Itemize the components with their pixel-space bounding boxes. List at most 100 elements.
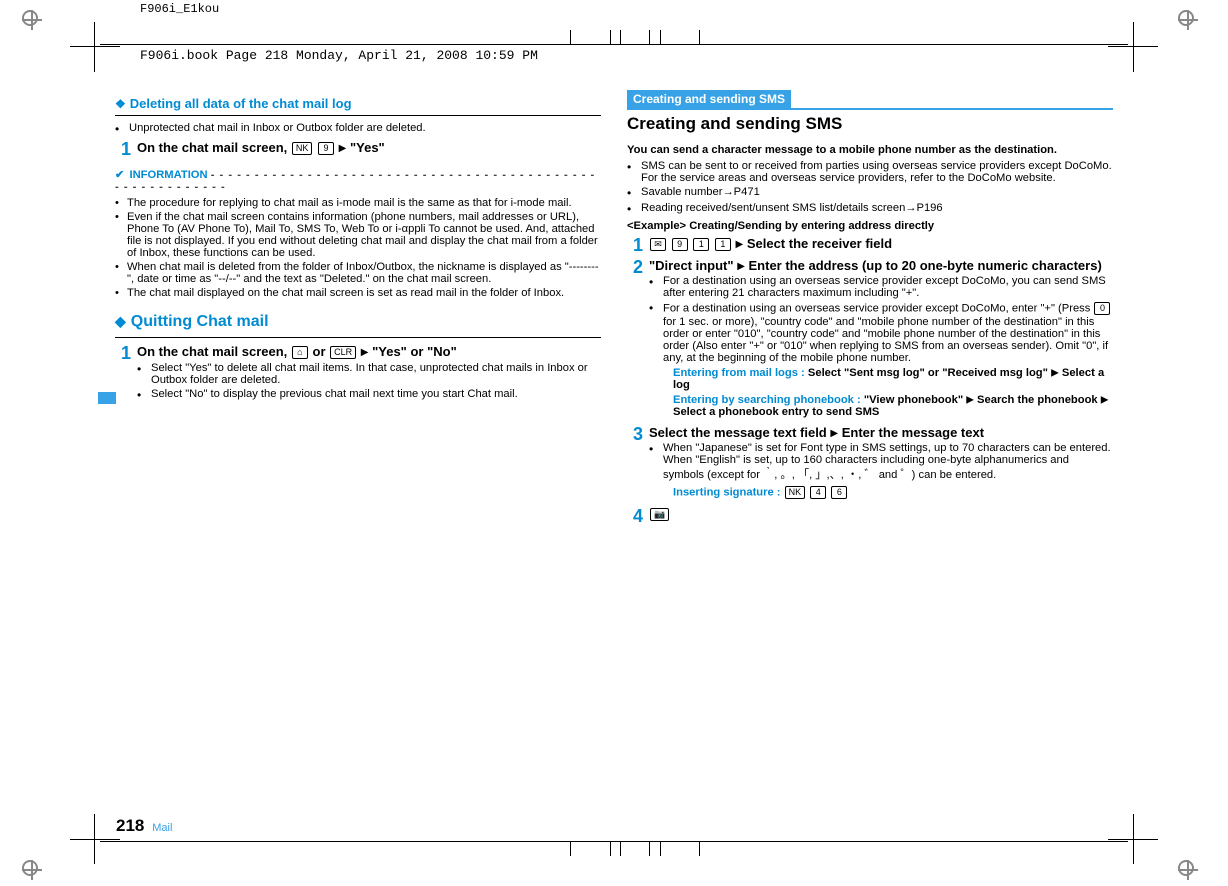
section-title: Creating and sending SMS (627, 114, 1113, 134)
triangle-icon: ▶ (1051, 368, 1059, 379)
key-9: 9 (318, 142, 334, 155)
key-6: 6 (831, 486, 847, 499)
text: When "Japanese" is set for Font type in … (663, 442, 1113, 482)
text: or (313, 344, 330, 359)
sub-label: Inserting signature : (673, 486, 784, 498)
key-camera: 📷 (650, 508, 669, 521)
key-home: ⌂ (292, 346, 308, 359)
page-number: 218 Mail (116, 816, 172, 836)
section-label: Creating and sending SMS (627, 90, 791, 108)
key-clr: CLR (330, 346, 356, 359)
step-number: 3 (633, 425, 649, 443)
text: Reading received/sent/unsent SMS list/de… (641, 202, 943, 216)
information-heading: INFORMATION - - - - - - - - - - - - - - … (115, 168, 601, 193)
entering-by-phonebook: Entering by searching phonebook : "View … (673, 394, 1113, 418)
heading-quitting: Quitting Chat mail (115, 313, 601, 331)
entering-from-logs: Entering from mail logs : Select "Sent m… (673, 367, 1113, 391)
sub-label: Entering from mail logs : (673, 367, 808, 379)
text: Select the receiver field (747, 236, 892, 251)
triangle-icon: ▶ (737, 261, 745, 272)
crop-mark-tl (70, 22, 120, 72)
section-name: Mail (152, 822, 172, 834)
information-list: The procedure for replying to chat mail … (115, 197, 601, 299)
triangle-icon: ▶ (339, 143, 347, 154)
key-4: 4 (810, 486, 826, 499)
tick-bot-right (620, 842, 700, 856)
text: for 1 sec. or more), "country code" and … (663, 316, 1108, 364)
crop-mark-br (1108, 814, 1158, 864)
text: INFORMATION (129, 169, 207, 181)
section-label-wrap: Creating and sending SMS (627, 90, 1113, 110)
text: Select "Yes" to delete all chat mail ite… (151, 362, 601, 386)
text: "View phonebook" (864, 394, 963, 406)
step-1-sms: 1 ✉ 9 1 1 ▶ Select the receiver field (633, 236, 1113, 254)
sub-label: Entering by searching phonebook : (673, 394, 864, 406)
text: You can send a character message to a mo… (627, 144, 1113, 156)
key-1: 1 (715, 238, 731, 251)
text: Select "Sent msg log" or "Received msg l… (808, 367, 1048, 379)
text: Select the message text field (649, 425, 827, 440)
key-nk: NK (785, 486, 806, 499)
triangle-icon: ▶ (361, 347, 369, 358)
step-text: On the chat mail screen, NK 9 ▶ "Yes" (137, 140, 385, 155)
key-9: 9 (672, 238, 688, 251)
step-number: 1 (633, 236, 649, 254)
text: "Yes" (350, 140, 385, 155)
step-2-sms: 2 "Direct input" ▶ Enter the address (up… (633, 258, 1113, 421)
triangle-icon: ▶ (966, 395, 974, 406)
step-4-sms: 4 📷 (633, 507, 1113, 525)
book-line: F906i.book Page 218 Monday, April 21, 20… (140, 48, 538, 63)
triangle-icon: ▶ (830, 428, 838, 439)
side-tab (98, 392, 116, 404)
step-1-quit: 1 On the chat mail screen, ⌂ or CLR ▶ "Y… (121, 344, 601, 404)
text: Enter the address (up to 20 one-byte num… (749, 258, 1102, 273)
text: "Yes" or "No" (372, 344, 457, 359)
text: For a destination using an overseas serv… (663, 301, 1113, 364)
step-text: On the chat mail screen, ⌂ or CLR ▶ "Yes… (137, 344, 601, 360)
step-number: 4 (633, 507, 649, 525)
text: When chat mail is deleted from the folde… (127, 261, 601, 285)
key-mail: ✉ (650, 238, 666, 251)
text: Select "No" to display the previous chat… (151, 388, 518, 402)
key-0: 0 (1094, 302, 1110, 315)
text: SMS can be sent to or received from part… (641, 160, 1113, 184)
triangle-icon: ▶ (1101, 395, 1109, 406)
text: The procedure for replying to chat mail … (127, 197, 572, 209)
crop-gear-br (1178, 860, 1206, 876)
text: Select a phonebook entry to send SMS (673, 406, 879, 418)
step-number: 1 (121, 140, 137, 158)
page-number-value: 218 (116, 816, 144, 835)
text-line: Unprotected chat mail in Inbox or Outbox… (115, 122, 601, 136)
text: For a destination using an overseas serv… (663, 302, 1093, 314)
divider (115, 337, 601, 338)
key-nk: NK (292, 142, 313, 155)
crop-gear-tl (22, 10, 50, 26)
step-1: 1 On the chat mail screen, NK 9 ▶ "Yes" (121, 140, 601, 158)
text: Savable number→P471 (641, 186, 760, 200)
text: Enter the message text (842, 425, 984, 440)
right-column: Creating and sending SMS Creating and se… (627, 90, 1113, 826)
text: For a destination using an overseas serv… (663, 275, 1113, 299)
example-heading: <Example> Creating/Sending by entering a… (627, 220, 1113, 232)
text: Even if the chat mail screen contains in… (127, 211, 601, 259)
triangle-icon: ▶ (736, 239, 744, 250)
crop-gear-tr (1178, 10, 1206, 26)
crop-gear-bl (22, 860, 50, 876)
inserting-signature: Inserting signature : NK 4 6 (673, 485, 1113, 500)
left-column: Deleting all data of the chat mail log U… (115, 90, 601, 826)
crop-mark-bl (70, 814, 120, 864)
text: "Direct input" (649, 258, 734, 273)
doc-id: F906i_E1kou (140, 2, 219, 16)
step-3-sms: 3 Select the message text field ▶ Enter … (633, 425, 1113, 503)
text: Search the phonebook (977, 394, 1098, 406)
crop-mark-tr (1108, 22, 1158, 72)
text: On the chat mail screen, (137, 140, 291, 155)
tick-top-right (620, 30, 700, 44)
text: The chat mail displayed on the chat mail… (127, 287, 564, 299)
top-rule (100, 44, 1128, 45)
text: Unprotected chat mail in Inbox or Outbox… (129, 122, 426, 136)
step-number: 2 (633, 258, 649, 276)
key-1: 1 (693, 238, 709, 251)
divider (115, 115, 601, 116)
text: On the chat mail screen, (137, 344, 291, 359)
